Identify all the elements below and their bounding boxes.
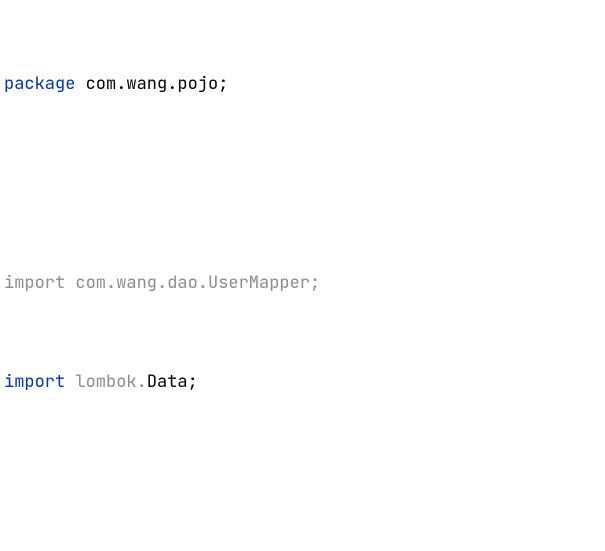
keyword-import: import	[4, 371, 65, 393]
code-line-blank[interactable]	[2, 168, 605, 201]
code-line[interactable]: import lombok.Data;	[2, 366, 605, 399]
code-line-blank[interactable]	[2, 465, 605, 498]
semicolon: ;	[310, 272, 320, 294]
code-line[interactable]: package com.wang.pojo;	[2, 68, 605, 101]
import-class: Data	[147, 371, 188, 393]
keyword-import-dim: import	[4, 272, 65, 294]
keyword-package: package	[4, 73, 75, 95]
code-line[interactable]: import com.wang.dao.UserMapper;	[2, 267, 605, 300]
import-path-dim: com.wang.dao.UserMapper	[65, 272, 310, 294]
semicolon: ;	[218, 73, 228, 95]
semicolon: ;	[188, 371, 198, 393]
import-path-dim: lombok.	[65, 371, 147, 393]
code-editor[interactable]: package com.wang.pojo; import com.wang.d…	[0, 0, 605, 551]
package-path: com.wang.pojo	[75, 73, 218, 95]
